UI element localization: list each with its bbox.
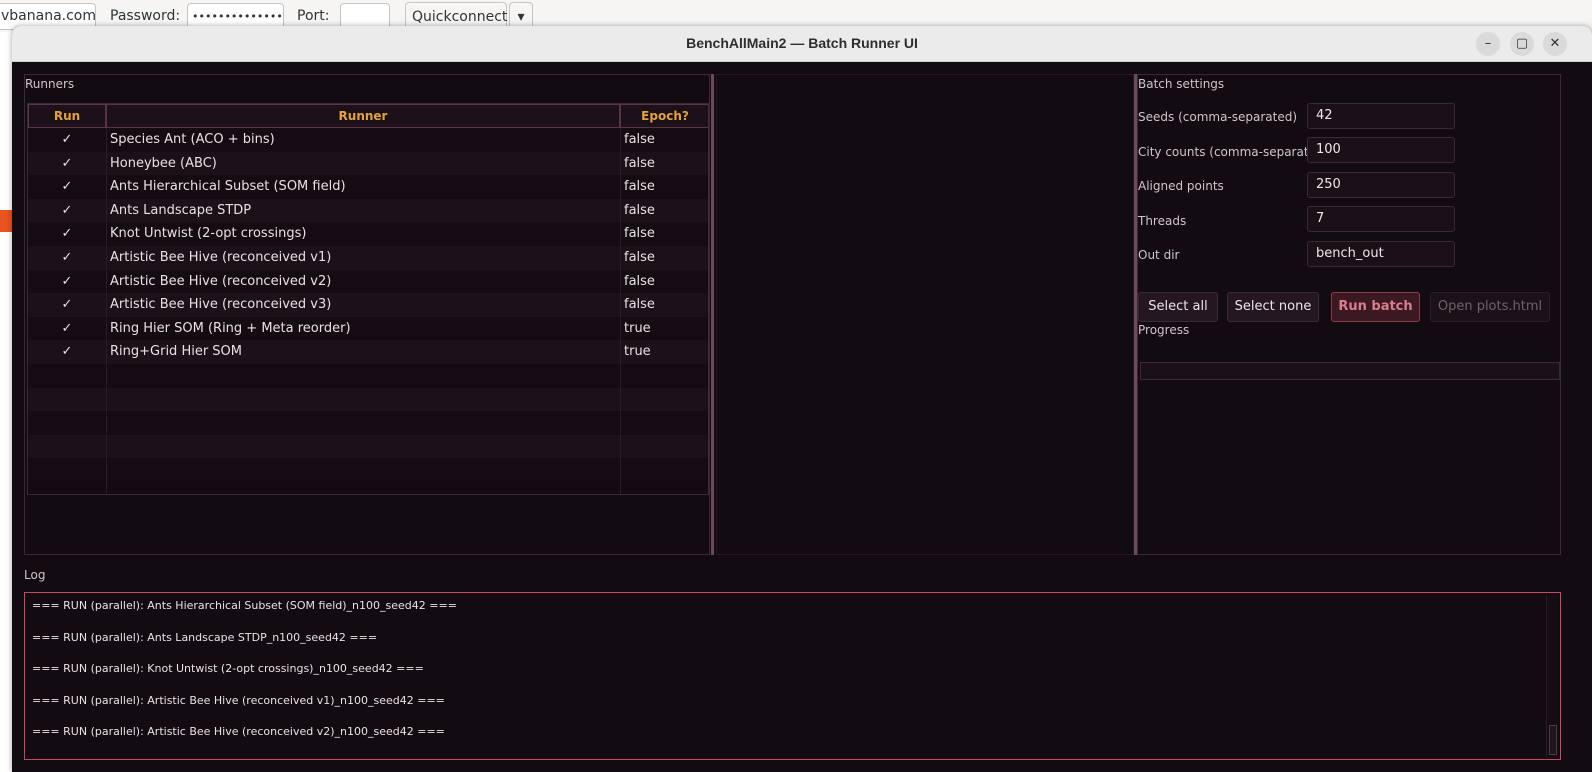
out-dir-input[interactable]: bench_out	[1307, 241, 1455, 267]
epoch-value: false	[624, 202, 655, 218]
log-scrollbar-thumb[interactable]	[1549, 725, 1557, 755]
table-row[interactable]: ✓ Species Ant (ACO + bins) false	[28, 128, 708, 152]
table-header: Run Runner Epoch?	[28, 104, 708, 128]
select-all-button[interactable]: Select all	[1138, 292, 1218, 322]
table-row[interactable]: ✓ Ring Hier SOM (Ring + Meta reorder) true	[28, 316, 708, 341]
runner-name: Knot Untwist (2-opt crossings)	[110, 226, 307, 242]
progress-label: Progress	[1138, 323, 1190, 337]
run-checkbox[interactable]: ✓	[28, 128, 106, 152]
seeds-input[interactable]: 42	[1307, 103, 1455, 129]
log-line: === RUN (parallel): Ants Landscape STDP_…	[32, 631, 378, 644]
table-row[interactable]: ✓ Artistic Bee Hive (reconceived v1) false	[28, 246, 708, 270]
run-checkbox[interactable]: ✓	[28, 246, 106, 270]
background-accent	[0, 210, 12, 232]
table-row[interactable]: ✓ Honeybee (ABC) false	[28, 151, 708, 176]
run-checkbox[interactable]: ✓	[28, 340, 106, 364]
runner-name: Artistic Bee Hive (reconceived v1)	[110, 250, 332, 265]
runners-label: Runners	[25, 77, 75, 91]
table-row[interactable]: ✓ Artistic Bee Hive (reconceived v2) false	[28, 269, 708, 294]
progress-bar	[1140, 362, 1560, 380]
run-checkbox[interactable]: ✓	[28, 222, 106, 246]
runner-name: Artistic Bee Hive (reconceived v2)	[110, 273, 332, 289]
table-row[interactable]: ✓ Ants Landscape STDP false	[28, 198, 708, 223]
run-checkbox[interactable]: ✓	[28, 152, 106, 176]
log-line: === RUN (parallel): Artistic Bee Hive (r…	[32, 725, 445, 738]
runners-panel: Runners Run Runner Epoch? ✓ Species Ant (…	[24, 74, 710, 555]
run-checkbox[interactable]: ✓	[28, 270, 106, 294]
run-batch-button[interactable]: Run batch	[1331, 292, 1420, 322]
run-checkbox[interactable]: ✓	[28, 293, 106, 317]
table-row	[28, 387, 708, 412]
minimize-button[interactable]: –	[1476, 32, 1500, 56]
runner-name: Species Ant (ACO + bins)	[110, 132, 275, 147]
epoch-value: false	[624, 297, 655, 313]
column-header-runner[interactable]: Runner	[106, 104, 620, 128]
column-header-epoch[interactable]: Epoch?	[620, 104, 708, 128]
runner-name: Honeybee (ABC)	[110, 155, 217, 171]
threads-input[interactable]: 7	[1307, 206, 1455, 232]
out-dir-label: Out dir	[1138, 248, 1180, 262]
threads-label: Threads	[1138, 214, 1187, 228]
log-scrollbar[interactable]	[1546, 595, 1558, 757]
epoch-value: false	[624, 132, 655, 147]
seeds-label: Seeds (comma-separated)	[1138, 110, 1298, 124]
table-row	[28, 364, 708, 388]
table-row	[28, 411, 708, 436]
close-icon: ✕	[1549, 36, 1561, 51]
epoch-value: true	[624, 344, 651, 360]
close-button[interactable]: ✕	[1543, 32, 1567, 56]
log-line: === RUN (parallel): Artistic Bee Hive (r…	[32, 694, 445, 707]
city-counts-label: City counts (comma-separated)	[1138, 145, 1329, 159]
window-title: BenchAllMain2 — Batch Runner UI	[686, 35, 918, 51]
runner-name: Ants Landscape STDP	[110, 202, 252, 218]
left-splitter[interactable]	[711, 74, 714, 555]
titlebar[interactable]: BenchAllMain2 — Batch Runner UI – ▢ ✕	[12, 26, 1592, 62]
background-app-edge	[0, 32, 12, 772]
epoch-value: false	[624, 273, 655, 289]
log-output[interactable]: === RUN (parallel): Ants Hierarchical Su…	[24, 592, 1561, 760]
run-checkbox[interactable]: ✓	[28, 317, 106, 341]
batch-settings-panel: Batch settings Seeds (comma-separated) 4…	[1137, 74, 1561, 555]
epoch-value: true	[624, 320, 651, 336]
city-counts-input[interactable]: 100	[1307, 137, 1455, 163]
log-label: Log	[24, 568, 46, 582]
runners-table: Run Runner Epoch? ✓ Species Ant (ACO + bi…	[27, 103, 709, 495]
table-row[interactable]: ✓ Knot Untwist (2-opt crossings) false	[28, 222, 708, 247]
epoch-value: false	[624, 155, 655, 171]
batch-runner-window: BenchAllMain2 — Batch Runner UI – ▢ ✕ Ru…	[12, 26, 1592, 772]
maximize-icon: ▢	[1515, 36, 1529, 51]
epoch-value: false	[624, 226, 655, 242]
minimize-icon: –	[1484, 36, 1492, 51]
open-plots-button[interactable]: Open plots.html	[1430, 292, 1550, 322]
epoch-value: false	[624, 179, 655, 195]
password-label: Password:	[110, 8, 181, 24]
run-checkbox[interactable]: ✓	[28, 175, 106, 199]
runner-name: Ring Hier SOM (Ring + Meta reorder)	[110, 320, 351, 336]
epoch-value: false	[624, 250, 655, 265]
log-line: === RUN (parallel): Knot Untwist (2-opt …	[32, 662, 424, 675]
column-header-run[interactable]: Run	[28, 104, 106, 128]
chevron-down-icon: ▾	[517, 9, 525, 25]
maximize-button[interactable]: ▢	[1510, 32, 1534, 56]
runner-name: Ring+Grid Hier SOM	[110, 344, 243, 360]
aligned-points-input[interactable]: 250	[1307, 172, 1455, 198]
table-row	[28, 434, 708, 459]
middle-panel	[716, 74, 1134, 555]
main-content: Runners Run Runner Epoch? ✓ Species Ant (…	[12, 62, 1592, 772]
runner-name: Artistic Bee Hive (reconceived v3)	[110, 297, 332, 313]
table-row[interactable]: ✓ Ring+Grid Hier SOM true	[28, 340, 708, 365]
select-none-button[interactable]: Select none	[1227, 292, 1319, 322]
aligned-points-label: Aligned points	[1138, 179, 1224, 193]
column-divider	[620, 128, 621, 494]
column-divider	[106, 128, 107, 494]
port-label: Port:	[297, 8, 330, 24]
table-row[interactable]: ✓ Artistic Bee Hive (reconceived v3) false	[28, 293, 708, 318]
table-row	[28, 458, 708, 483]
log-line: === RUN (parallel): Ants Hierarchical Su…	[32, 599, 457, 612]
table-row[interactable]: ✓ Ants Hierarchical Subset (SOM field) fal…	[28, 175, 708, 200]
runner-name: Ants Hierarchical Subset (SOM field)	[110, 179, 346, 195]
batch-settings-label: Batch settings	[1138, 77, 1225, 91]
run-checkbox[interactable]: ✓	[28, 199, 106, 223]
